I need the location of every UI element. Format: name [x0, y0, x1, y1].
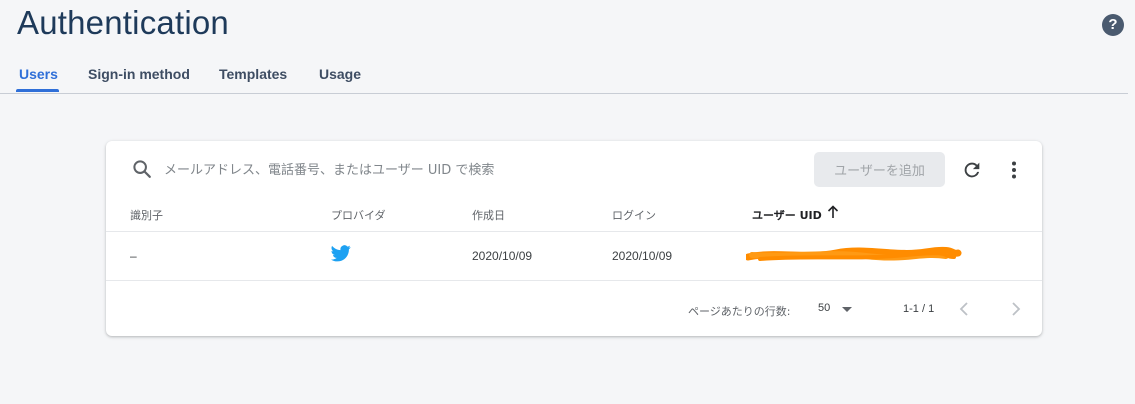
row-divider — [106, 280, 1042, 281]
column-header-user-uid[interactable]: ユーザー UID — [752, 207, 822, 223]
help-icon[interactable]: ? — [1102, 14, 1124, 36]
users-table-card: ユーザーを追加 識別子 プロバイダ 作成日 ログイン ユーザー UID – 20… — [106, 141, 1042, 336]
tab-sign-in-method[interactable]: Sign-in method — [88, 66, 190, 82]
twitter-icon — [331, 245, 351, 262]
rows-per-page-label: ページあたりの行数: — [688, 305, 791, 318]
column-header-created[interactable]: 作成日 — [472, 207, 505, 223]
tab-users[interactable]: Users — [19, 66, 58, 82]
search-icon — [133, 160, 151, 178]
column-header-identifier[interactable]: 識別子 — [130, 207, 163, 223]
refresh-icon[interactable] — [961, 159, 983, 181]
rows-per-page-select[interactable]: 50 — [816, 301, 856, 319]
tab-usage[interactable]: Usage — [319, 66, 361, 82]
column-header-provider[interactable]: プロバイダ — [331, 207, 386, 223]
page-title: Authentication — [17, 4, 229, 41]
cell-signed-in: 2020/10/09 — [612, 249, 673, 263]
tab-templates[interactable]: Templates — [219, 66, 287, 82]
tab-bar: Users Sign-in method Templates Usage — [0, 56, 1128, 94]
redacted-uid-scribble — [746, 246, 962, 261]
cell-identifier: – — [130, 249, 137, 263]
active-tab-indicator — [16, 89, 59, 92]
pagination-range: 1-1 / 1 — [903, 303, 935, 315]
more-vert-icon[interactable] — [1004, 159, 1024, 181]
sort-ascending-icon[interactable] — [827, 205, 839, 219]
dropdown-arrow-icon — [842, 307, 852, 312]
search-input[interactable] — [162, 156, 726, 184]
chevron-right-icon[interactable] — [1008, 299, 1024, 319]
chevron-left-icon[interactable] — [956, 299, 972, 319]
rows-per-page-value: 50 — [818, 302, 831, 314]
cell-created: 2020/10/09 — [472, 249, 533, 263]
add-user-button[interactable]: ユーザーを追加 — [814, 152, 945, 187]
column-header-signed-in[interactable]: ログイン — [612, 207, 656, 223]
row-divider — [106, 231, 1042, 232]
